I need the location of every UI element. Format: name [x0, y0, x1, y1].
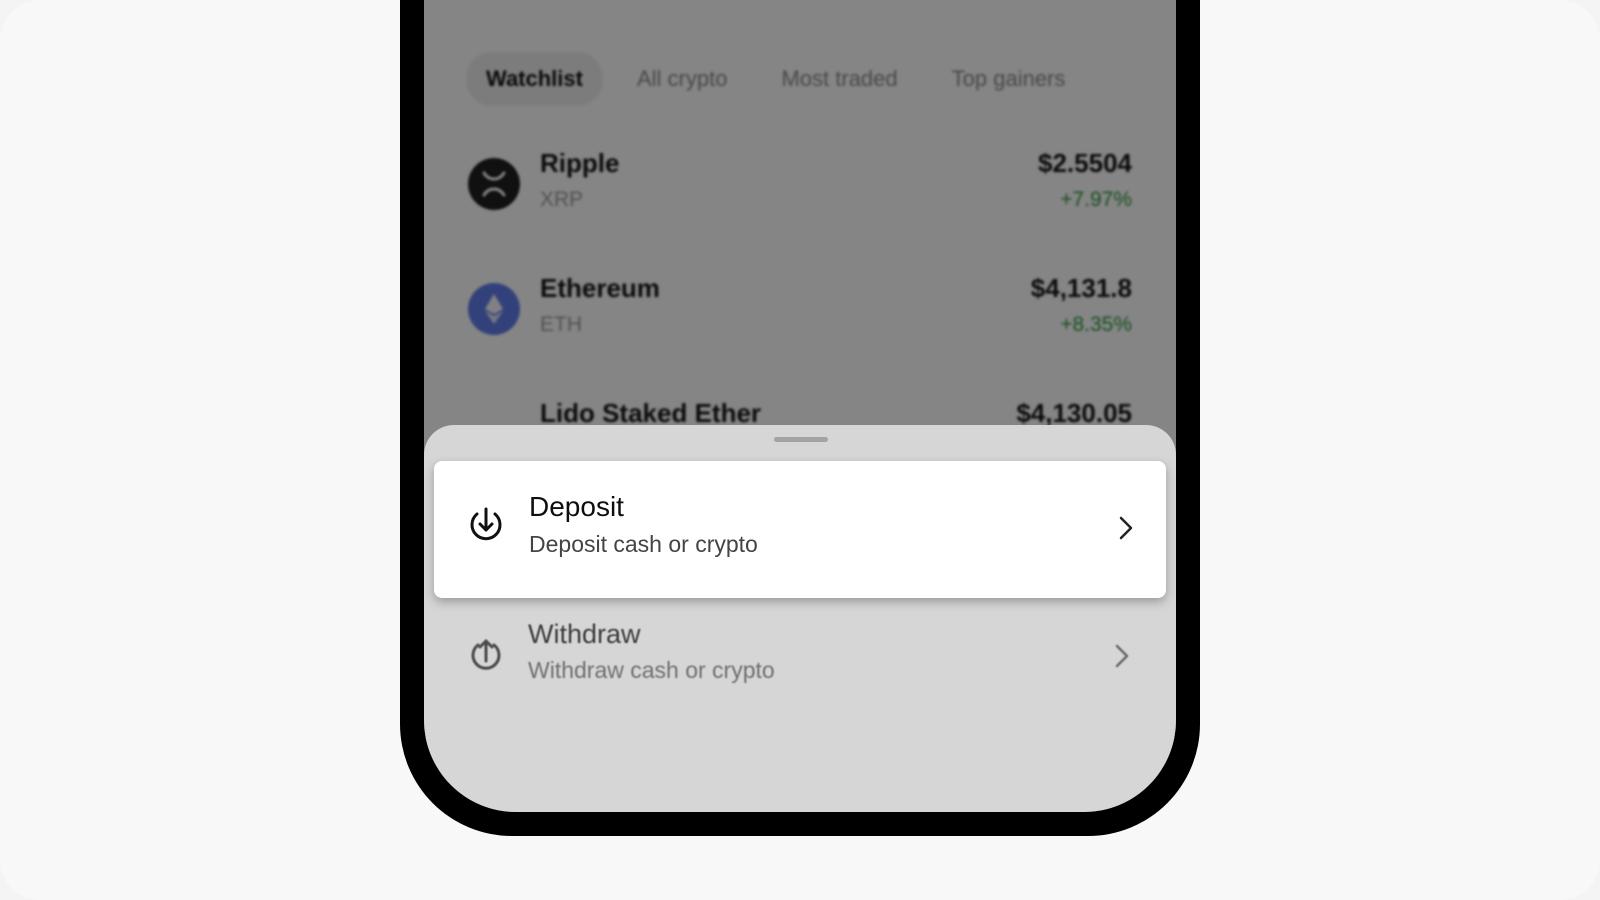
- deposit-option[interactable]: Deposit Deposit cash or crypto: [434, 461, 1166, 598]
- deposit-icon: [470, 507, 502, 541]
- chevron-right-icon: [1115, 644, 1129, 668]
- phone-screen: Watchlist All crypto Most traded Top gai…: [424, 0, 1176, 812]
- sheet-drag-handle[interactable]: [774, 437, 828, 442]
- withdraw-subtitle: Withdraw cash or crypto: [528, 657, 775, 683]
- withdraw-option[interactable]: Withdraw Withdraw cash or crypto: [424, 597, 1176, 717]
- withdraw-icon: [471, 639, 501, 670]
- phone-frame: Watchlist All crypto Most traded Top gai…: [400, 0, 1200, 836]
- background-canvas: Watchlist All crypto Most traded Top gai…: [0, 0, 1600, 900]
- deposit-title: Deposit: [529, 491, 624, 522]
- chevron-right-icon: [1119, 516, 1133, 540]
- withdraw-title: Withdraw: [528, 619, 641, 649]
- deposit-subtitle: Deposit cash or crypto: [529, 531, 758, 557]
